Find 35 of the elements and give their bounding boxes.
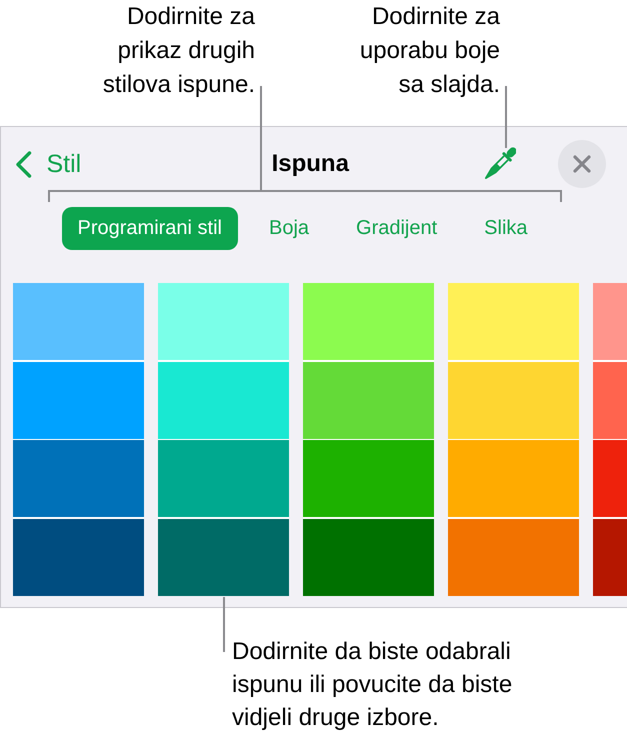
color-swatch[interactable] (158, 440, 288, 518)
fill-style-tab[interactable]: Boja (252, 207, 326, 250)
color-swatch[interactable] (592, 518, 627, 596)
chevron-left-icon (14, 150, 32, 178)
color-swatch[interactable] (448, 362, 578, 439)
callout-text: Dodirnite da biste odabrali ispunu ili povucite da biste vidjeli druge izbore. (232, 637, 514, 733)
back-button[interactable]: Stil (14, 150, 82, 178)
color-swatch[interactable] (302, 518, 434, 596)
panel-title: Ispuna (272, 150, 349, 178)
color-swatch[interactable] (12, 283, 144, 360)
fill-style-tab[interactable]: Slika (468, 207, 544, 250)
fill-style-tab[interactable]: Programirani stil (62, 207, 238, 250)
eyedropper-icon[interactable] (484, 147, 516, 181)
color-swatch[interactable] (12, 362, 144, 439)
close-button[interactable] (558, 140, 606, 188)
color-swatch[interactable] (592, 362, 627, 439)
color-swatch[interactable] (448, 283, 578, 360)
color-swatch[interactable] (158, 518, 288, 596)
leader-line (223, 597, 225, 652)
color-swatch[interactable] (158, 362, 288, 439)
leader-line (505, 86, 507, 148)
callout-text: Dodirnite za uporabu boje sa slajda. (360, 2, 500, 100)
color-swatch[interactable] (448, 440, 578, 518)
color-swatch[interactable] (302, 362, 434, 439)
color-swatch[interactable] (158, 283, 288, 360)
color-swatch[interactable] (448, 518, 578, 596)
close-icon (573, 155, 591, 173)
color-swatch[interactable] (12, 518, 144, 596)
color-swatch[interactable] (12, 440, 144, 518)
color-swatch[interactable] (592, 283, 627, 360)
fill-style-tab[interactable]: Gradijent (340, 207, 454, 250)
color-swatch[interactable] (592, 440, 627, 518)
color-swatch[interactable] (302, 283, 434, 360)
color-swatch[interactable] (302, 440, 434, 518)
callout-text: Dodirnite za prikaz drugih stilova ispune. (102, 2, 255, 100)
